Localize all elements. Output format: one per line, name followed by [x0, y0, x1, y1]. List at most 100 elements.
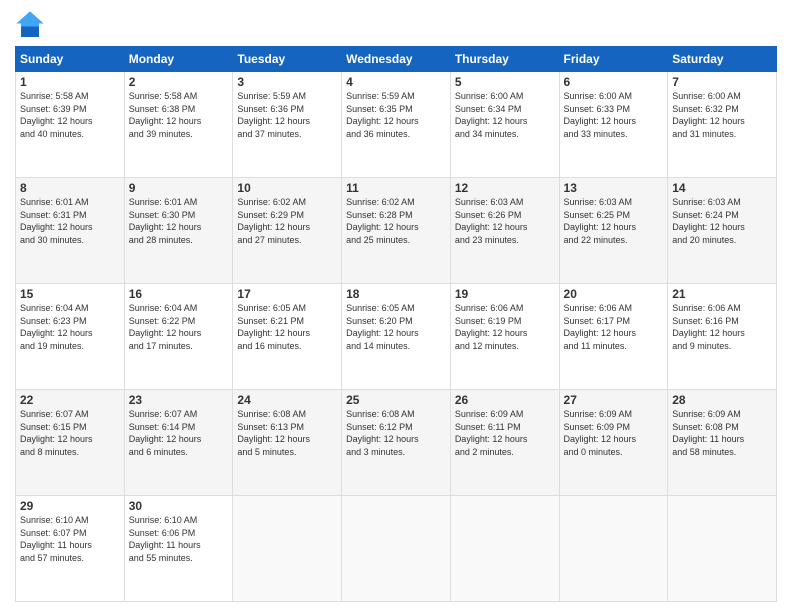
day-number: 21	[672, 287, 772, 301]
day-info: Sunrise: 6:05 AM Sunset: 6:20 PM Dayligh…	[346, 302, 446, 352]
calendar-cell	[559, 496, 668, 602]
day-number: 16	[129, 287, 229, 301]
day-number: 13	[564, 181, 664, 195]
day-info: Sunrise: 6:04 AM Sunset: 6:23 PM Dayligh…	[20, 302, 120, 352]
calendar-cell: 30Sunrise: 6:10 AM Sunset: 6:06 PM Dayli…	[124, 496, 233, 602]
calendar-cell: 2Sunrise: 5:58 AM Sunset: 6:38 PM Daylig…	[124, 72, 233, 178]
calendar-cell	[233, 496, 342, 602]
calendar-cell: 4Sunrise: 5:59 AM Sunset: 6:35 PM Daylig…	[342, 72, 451, 178]
week-row-2: 8Sunrise: 6:01 AM Sunset: 6:31 PM Daylig…	[16, 178, 777, 284]
day-info: Sunrise: 6:05 AM Sunset: 6:21 PM Dayligh…	[237, 302, 337, 352]
day-info: Sunrise: 5:58 AM Sunset: 6:39 PM Dayligh…	[20, 90, 120, 140]
day-number: 27	[564, 393, 664, 407]
day-info: Sunrise: 6:08 AM Sunset: 6:12 PM Dayligh…	[346, 408, 446, 458]
weekday-header-tuesday: Tuesday	[233, 47, 342, 72]
day-number: 20	[564, 287, 664, 301]
day-number: 11	[346, 181, 446, 195]
day-info: Sunrise: 6:09 AM Sunset: 6:09 PM Dayligh…	[564, 408, 664, 458]
day-info: Sunrise: 5:59 AM Sunset: 6:35 PM Dayligh…	[346, 90, 446, 140]
day-info: Sunrise: 6:03 AM Sunset: 6:24 PM Dayligh…	[672, 196, 772, 246]
header	[15, 10, 777, 40]
day-info: Sunrise: 6:03 AM Sunset: 6:26 PM Dayligh…	[455, 196, 555, 246]
calendar-cell: 28Sunrise: 6:09 AM Sunset: 6:08 PM Dayli…	[668, 390, 777, 496]
day-number: 24	[237, 393, 337, 407]
calendar-cell: 18Sunrise: 6:05 AM Sunset: 6:20 PM Dayli…	[342, 284, 451, 390]
day-info: Sunrise: 6:09 AM Sunset: 6:11 PM Dayligh…	[455, 408, 555, 458]
day-info: Sunrise: 6:01 AM Sunset: 6:30 PM Dayligh…	[129, 196, 229, 246]
day-number: 30	[129, 499, 229, 513]
calendar-cell: 26Sunrise: 6:09 AM Sunset: 6:11 PM Dayli…	[450, 390, 559, 496]
day-info: Sunrise: 6:10 AM Sunset: 6:07 PM Dayligh…	[20, 514, 120, 564]
calendar-cell	[342, 496, 451, 602]
day-number: 17	[237, 287, 337, 301]
calendar-cell: 15Sunrise: 6:04 AM Sunset: 6:23 PM Dayli…	[16, 284, 125, 390]
calendar-cell: 8Sunrise: 6:01 AM Sunset: 6:31 PM Daylig…	[16, 178, 125, 284]
day-info: Sunrise: 6:01 AM Sunset: 6:31 PM Dayligh…	[20, 196, 120, 246]
day-info: Sunrise: 6:09 AM Sunset: 6:08 PM Dayligh…	[672, 408, 772, 458]
week-row-5: 29Sunrise: 6:10 AM Sunset: 6:07 PM Dayli…	[16, 496, 777, 602]
day-number: 7	[672, 75, 772, 89]
day-number: 2	[129, 75, 229, 89]
day-number: 29	[20, 499, 120, 513]
calendar-cell: 1Sunrise: 5:58 AM Sunset: 6:39 PM Daylig…	[16, 72, 125, 178]
day-info: Sunrise: 6:06 AM Sunset: 6:19 PM Dayligh…	[455, 302, 555, 352]
page: SundayMondayTuesdayWednesdayThursdayFrid…	[0, 0, 792, 612]
weekday-header-saturday: Saturday	[668, 47, 777, 72]
day-info: Sunrise: 5:58 AM Sunset: 6:38 PM Dayligh…	[129, 90, 229, 140]
day-info: Sunrise: 6:06 AM Sunset: 6:16 PM Dayligh…	[672, 302, 772, 352]
calendar-cell: 5Sunrise: 6:00 AM Sunset: 6:34 PM Daylig…	[450, 72, 559, 178]
calendar-table: SundayMondayTuesdayWednesdayThursdayFrid…	[15, 46, 777, 602]
day-number: 12	[455, 181, 555, 195]
weekday-header-monday: Monday	[124, 47, 233, 72]
calendar-cell	[668, 496, 777, 602]
day-number: 26	[455, 393, 555, 407]
week-row-3: 15Sunrise: 6:04 AM Sunset: 6:23 PM Dayli…	[16, 284, 777, 390]
calendar-cell: 24Sunrise: 6:08 AM Sunset: 6:13 PM Dayli…	[233, 390, 342, 496]
day-info: Sunrise: 6:00 AM Sunset: 6:34 PM Dayligh…	[455, 90, 555, 140]
calendar-cell: 16Sunrise: 6:04 AM Sunset: 6:22 PM Dayli…	[124, 284, 233, 390]
weekday-header-row: SundayMondayTuesdayWednesdayThursdayFrid…	[16, 47, 777, 72]
calendar-cell: 19Sunrise: 6:06 AM Sunset: 6:19 PM Dayli…	[450, 284, 559, 390]
day-info: Sunrise: 6:02 AM Sunset: 6:29 PM Dayligh…	[237, 196, 337, 246]
week-row-4: 22Sunrise: 6:07 AM Sunset: 6:15 PM Dayli…	[16, 390, 777, 496]
day-number: 6	[564, 75, 664, 89]
day-info: Sunrise: 6:04 AM Sunset: 6:22 PM Dayligh…	[129, 302, 229, 352]
day-info: Sunrise: 6:03 AM Sunset: 6:25 PM Dayligh…	[564, 196, 664, 246]
calendar-cell: 11Sunrise: 6:02 AM Sunset: 6:28 PM Dayli…	[342, 178, 451, 284]
calendar-cell: 23Sunrise: 6:07 AM Sunset: 6:14 PM Dayli…	[124, 390, 233, 496]
calendar-cell: 13Sunrise: 6:03 AM Sunset: 6:25 PM Dayli…	[559, 178, 668, 284]
day-info: Sunrise: 6:08 AM Sunset: 6:13 PM Dayligh…	[237, 408, 337, 458]
day-info: Sunrise: 6:06 AM Sunset: 6:17 PM Dayligh…	[564, 302, 664, 352]
calendar-cell: 6Sunrise: 6:00 AM Sunset: 6:33 PM Daylig…	[559, 72, 668, 178]
day-number: 14	[672, 181, 772, 195]
day-info: Sunrise: 6:07 AM Sunset: 6:14 PM Dayligh…	[129, 408, 229, 458]
day-number: 5	[455, 75, 555, 89]
calendar-cell: 29Sunrise: 6:10 AM Sunset: 6:07 PM Dayli…	[16, 496, 125, 602]
weekday-header-wednesday: Wednesday	[342, 47, 451, 72]
weekday-header-sunday: Sunday	[16, 47, 125, 72]
day-info: Sunrise: 6:00 AM Sunset: 6:32 PM Dayligh…	[672, 90, 772, 140]
calendar-cell: 22Sunrise: 6:07 AM Sunset: 6:15 PM Dayli…	[16, 390, 125, 496]
day-number: 15	[20, 287, 120, 301]
day-number: 10	[237, 181, 337, 195]
day-number: 19	[455, 287, 555, 301]
day-number: 22	[20, 393, 120, 407]
day-info: Sunrise: 6:07 AM Sunset: 6:15 PM Dayligh…	[20, 408, 120, 458]
day-number: 25	[346, 393, 446, 407]
calendar-cell: 10Sunrise: 6:02 AM Sunset: 6:29 PM Dayli…	[233, 178, 342, 284]
day-info: Sunrise: 5:59 AM Sunset: 6:36 PM Dayligh…	[237, 90, 337, 140]
calendar-cell: 14Sunrise: 6:03 AM Sunset: 6:24 PM Dayli…	[668, 178, 777, 284]
day-info: Sunrise: 6:02 AM Sunset: 6:28 PM Dayligh…	[346, 196, 446, 246]
calendar-cell: 25Sunrise: 6:08 AM Sunset: 6:12 PM Dayli…	[342, 390, 451, 496]
day-number: 4	[346, 75, 446, 89]
calendar-cell: 9Sunrise: 6:01 AM Sunset: 6:30 PM Daylig…	[124, 178, 233, 284]
weekday-header-thursday: Thursday	[450, 47, 559, 72]
calendar-cell: 12Sunrise: 6:03 AM Sunset: 6:26 PM Dayli…	[450, 178, 559, 284]
day-number: 8	[20, 181, 120, 195]
calendar-cell: 20Sunrise: 6:06 AM Sunset: 6:17 PM Dayli…	[559, 284, 668, 390]
day-number: 23	[129, 393, 229, 407]
calendar-cell: 21Sunrise: 6:06 AM Sunset: 6:16 PM Dayli…	[668, 284, 777, 390]
calendar-cell: 17Sunrise: 6:05 AM Sunset: 6:21 PM Dayli…	[233, 284, 342, 390]
day-number: 1	[20, 75, 120, 89]
day-number: 3	[237, 75, 337, 89]
